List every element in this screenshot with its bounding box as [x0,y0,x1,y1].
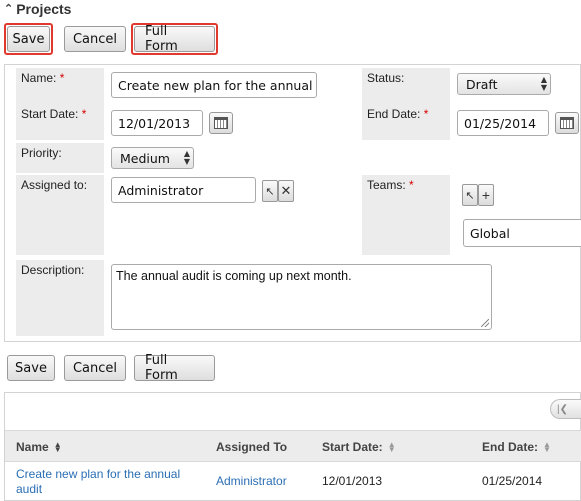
save-button-bottom[interactable]: Save [7,355,55,381]
row-assigned-link[interactable]: Administrator [216,474,287,488]
required-marker: * [409,178,414,192]
first-page-icon[interactable]: |❮ [550,399,581,419]
row-end-date: 01/25/2014 [482,474,543,488]
description-text: The annual audit is coming up next month… [116,269,352,283]
full-form-button-bottom[interactable]: Full Form [134,353,215,383]
required-marker: * [59,71,65,85]
end-date-input[interactable]: 01/25/2014 [457,110,549,136]
column-header-assigned[interactable]: Assigned To [216,440,287,454]
select-arrow-icon: ▲ ▼ [540,75,547,92]
column-header-start-date[interactable]: Start Date: ▲ ▼ [322,440,396,454]
assigned-to-label: Assigned to: [16,175,104,255]
sort-icon: ▲ ▼ [387,440,396,454]
required-marker: * [81,107,87,121]
cancel-button-bottom[interactable]: Cancel [64,355,126,381]
column-header-name[interactable]: Name ▲ ▼ [16,440,62,454]
start-date-label: Start Date: * [16,104,104,140]
column-header-end-date[interactable]: End Date: ▲ ▼ [482,440,551,454]
priority-select[interactable]: Medium ▲ ▼ [111,147,194,169]
calendar-icon[interactable] [209,112,233,134]
select-arrow-icon: ▲ ▼ [183,149,190,166]
name-input[interactable]: Create new plan for the annual a [111,72,317,98]
section-title: Projects [16,1,72,17]
status-label: Status: [362,68,450,104]
full-form-button[interactable]: Full Form [134,24,215,54]
description-textarea[interactable]: The annual audit is coming up next month… [111,264,492,330]
select-user-icon[interactable]: ↖ [262,180,278,202]
end-date-label: End Date: * [362,104,450,140]
status-select[interactable]: Draft ▲ ▼ [457,73,551,95]
name-label: Name: * [16,68,104,104]
teams-input[interactable]: Global [463,219,581,247]
sort-icon: ▲ ▼ [53,440,62,454]
row-name-link[interactable]: Create new plan for the annual audit [16,467,201,497]
status-value: Draft [466,76,498,92]
calendar-icon[interactable] [555,112,579,134]
priority-value: Medium [120,150,170,166]
required-marker: * [423,107,429,121]
clear-icon[interactable]: ✕ [278,180,294,202]
start-date-input[interactable]: 12/01/2013 [111,110,203,136]
add-icon[interactable]: + [478,184,494,206]
select-team-icon[interactable]: ↖ [462,184,478,206]
priority-label: Priority: [16,143,104,173]
description-label: Description: [16,260,104,336]
save-button[interactable]: Save [7,26,50,52]
teams-label: Teams: * [362,175,450,255]
row-start-date: 12/01/2013 [322,474,383,488]
sort-icon: ▲ ▼ [543,440,551,454]
assigned-to-input[interactable]: Administrator [111,177,256,203]
chevron-up-icon: ⌃ [4,3,14,15]
resize-handle-icon[interactable] [481,319,489,327]
cancel-button[interactable]: Cancel [64,26,126,52]
section-header[interactable]: ⌃ Projects [4,0,71,18]
